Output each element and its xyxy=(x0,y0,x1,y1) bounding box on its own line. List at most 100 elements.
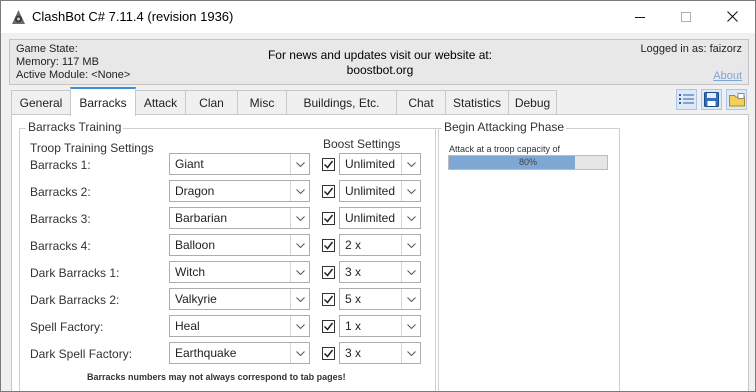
barracks-4-boost-checkbox[interactable] xyxy=(322,239,335,252)
window-title: ClashBot C# 7.11.4 (revision 1936) xyxy=(32,9,234,24)
dark-spell-factory-boost-checkbox[interactable] xyxy=(322,347,335,360)
barracks-2-troop-value: Dragon xyxy=(175,184,215,198)
chevron-down-icon xyxy=(290,235,309,255)
barracks-3-troop-select[interactable]: Barbarian xyxy=(169,207,310,229)
spell-factory-boost-checkbox[interactable] xyxy=(322,320,335,333)
chevron-down-icon xyxy=(290,181,309,201)
spell-factory-label: Spell Factory: xyxy=(30,320,104,334)
news-notice: For news and updates visit our website a… xyxy=(240,48,520,78)
dark-barracks-1-boost-value: 3 x xyxy=(345,265,362,279)
active-module: Active Module: <None> xyxy=(16,69,131,81)
barracks-4-boost-select[interactable]: 2 x xyxy=(339,234,421,256)
dark-barracks-1-boost-checkbox[interactable] xyxy=(322,266,335,279)
barracks-4-troop-value: Balloon xyxy=(175,238,216,252)
about-link[interactable]: About xyxy=(713,70,742,82)
barracks-3-boost-select[interactable]: Unlimited xyxy=(339,207,421,229)
barracks-1-boost-checkbox[interactable] xyxy=(322,158,335,171)
barracks-1-boost-value: Unlimited xyxy=(345,157,396,171)
chevron-down-icon xyxy=(401,208,420,228)
dark-barracks-1-boost-select[interactable]: 3 x xyxy=(339,261,421,283)
barracks-2-boost-select[interactable]: Unlimited xyxy=(339,180,421,202)
begin-attacking-title: Begin Attacking Phase xyxy=(442,120,567,134)
barracks-footnote: Barracks numbers may not always correspo… xyxy=(87,372,346,382)
dark-barracks-2-troop-select[interactable]: Valkyrie xyxy=(169,288,310,310)
tab-general[interactable]: General xyxy=(11,90,71,114)
chevron-down-icon xyxy=(401,235,420,255)
spell-factory-boost-value: 1 x xyxy=(345,319,362,333)
chevron-down-icon xyxy=(290,289,309,309)
chevron-down-icon xyxy=(401,343,420,363)
barracks-2-troop-select[interactable]: Dragon xyxy=(169,180,310,202)
troop-training-settings-title: Troop Training Settings xyxy=(30,141,154,155)
dark-spell-factory-boost-select[interactable]: 3 x xyxy=(339,342,421,364)
main-window: ClashBot C# 7.11.4 (revision 1936) Game … xyxy=(0,0,756,392)
dark-spell-factory-select[interactable]: Earthquake xyxy=(169,342,310,364)
list-icon[interactable] xyxy=(676,89,697,110)
dark-barracks-2-boost-checkbox[interactable] xyxy=(322,293,335,306)
dark-barracks-2-label: Dark Barracks 2: xyxy=(30,293,120,307)
boost-settings-title: Boost Settings xyxy=(323,137,401,151)
website-text: boostbot.org xyxy=(346,63,414,77)
chevron-down-icon xyxy=(401,316,420,336)
troop-capacity-value: 80% xyxy=(518,157,537,167)
barracks-training-title: Barracks Training xyxy=(26,120,124,134)
barracks-3-troop-value: Barbarian xyxy=(175,211,228,225)
troop-capacity-progress[interactable]: 80% xyxy=(448,155,608,170)
troop-capacity-label: Attack at a troop capacity of xyxy=(449,144,561,154)
tab-clan[interactable]: Clan xyxy=(185,90,238,114)
logged-in-user: Logged in as: faizorz xyxy=(640,43,742,55)
barracks-2-boost-checkbox[interactable] xyxy=(322,185,335,198)
dark-spell-factory-boost-value: 3 x xyxy=(345,346,362,360)
dark-barracks-1-troop-select[interactable]: Witch xyxy=(169,261,310,283)
barracks-3-label: Barracks 3: xyxy=(30,212,91,226)
chevron-down-icon xyxy=(290,262,309,282)
chevron-down-icon xyxy=(401,154,420,174)
minimize-button[interactable] xyxy=(617,1,663,32)
barracks-1-troop-value: Giant xyxy=(175,157,204,171)
close-button[interactable] xyxy=(709,1,755,32)
spell-factory-select[interactable]: Heal xyxy=(169,315,310,337)
dark-barracks-1-troop-value: Witch xyxy=(175,265,205,279)
chevron-down-icon xyxy=(290,316,309,336)
barracks-2-boost-value: Unlimited xyxy=(345,184,396,198)
dark-barracks-2-boost-select[interactable]: 5 x xyxy=(339,288,421,310)
dark-barracks-1-label: Dark Barracks 1: xyxy=(30,266,120,280)
dark-spell-factory-value: Earthquake xyxy=(175,346,237,360)
tab-attack[interactable]: Attack xyxy=(135,90,186,114)
chevron-down-icon xyxy=(401,181,420,201)
spell-factory-value: Heal xyxy=(175,319,200,333)
spell-factory-boost-select[interactable]: 1 x xyxy=(339,315,421,337)
status-header: Game State: Memory: 117 MB Active Module… xyxy=(9,39,749,85)
barracks-1-troop-select[interactable]: Giant xyxy=(169,153,310,175)
barracks-4-troop-select[interactable]: Balloon xyxy=(169,234,310,256)
game-state-label: Game State: xyxy=(16,43,78,55)
title-bar: ClashBot C# 7.11.4 (revision 1936) xyxy=(1,1,755,33)
chevron-down-icon xyxy=(290,154,309,174)
app-icon xyxy=(10,9,27,26)
news-text: For news and updates visit our website a… xyxy=(267,48,493,62)
memory-usage: Memory: 117 MB xyxy=(16,56,99,68)
barracks-3-boost-checkbox[interactable] xyxy=(322,212,335,225)
barracks-tab-panel: Barracks Training Troop Training Setting… xyxy=(11,114,749,391)
dark-barracks-2-troop-value: Valkyrie xyxy=(175,292,217,306)
tab-barracks[interactable]: Barracks xyxy=(70,87,136,116)
bot-status-info: Game State: Memory: 117 MB Active Module… xyxy=(16,43,130,82)
chevron-down-icon xyxy=(401,262,420,282)
folder-icon[interactable] xyxy=(726,89,747,110)
barracks-4-label: Barracks 4: xyxy=(30,239,91,253)
tab-misc[interactable]: Misc xyxy=(237,90,287,114)
maximize-button[interactable] xyxy=(663,1,709,32)
tab-statistics[interactable]: Statistics xyxy=(445,90,509,114)
chevron-down-icon xyxy=(290,208,309,228)
tab-chat[interactable]: Chat xyxy=(396,90,446,114)
barracks-4-boost-value: 2 x xyxy=(345,238,362,252)
barracks-1-boost-select[interactable]: Unlimited xyxy=(339,153,421,175)
dark-barracks-2-boost-value: 5 x xyxy=(345,292,362,306)
tab-buildings[interactable]: Buildings, Etc. xyxy=(286,90,397,114)
save-icon[interactable] xyxy=(701,89,722,110)
tab-debug[interactable]: Debug xyxy=(508,90,557,114)
barracks-3-boost-value: Unlimited xyxy=(345,211,396,225)
chevron-down-icon xyxy=(290,343,309,363)
barracks-1-label: Barracks 1: xyxy=(30,158,91,172)
dark-spell-factory-label: Dark Spell Factory: xyxy=(30,347,133,361)
